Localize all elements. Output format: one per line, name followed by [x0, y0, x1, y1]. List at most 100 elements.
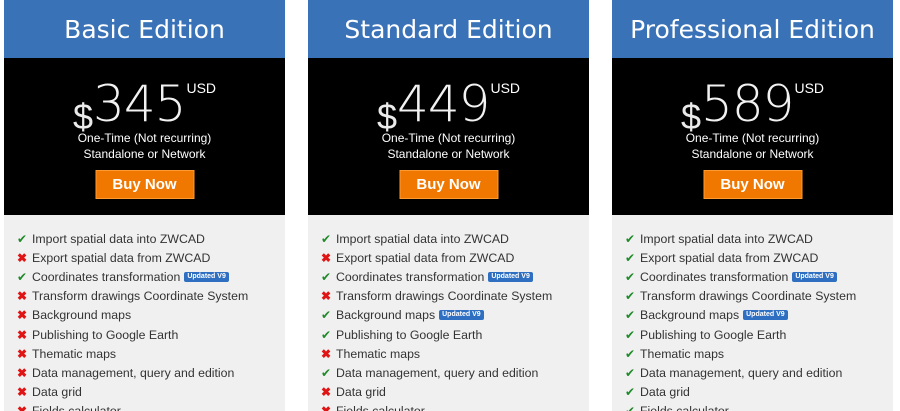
feature-label: Fields calculator [336, 404, 425, 411]
check-icon: ✔ [625, 289, 636, 304]
feature-label: Coordinates transformation [32, 269, 181, 284]
feature-item: ✔Fields calculator [625, 402, 893, 411]
check-icon: ✔ [17, 269, 28, 284]
buy-now-button[interactable]: Buy Now [703, 170, 802, 199]
feature-label: Data management, query and edition [336, 365, 539, 380]
cross-icon: ✖ [17, 250, 28, 265]
check-icon: ✔ [17, 231, 28, 246]
feature-item: ✔ Transform drawings Coordinate System [625, 287, 893, 306]
terms-line-2: Standalone or Network [387, 147, 510, 161]
currency-unit: USD [490, 80, 521, 96]
feature-label: Coordinates transformation [640, 269, 789, 284]
price-amount: 449 [397, 75, 490, 133]
feature-label: Fields calculator [32, 404, 121, 411]
currency-unit: USD [794, 80, 825, 96]
terms-line-2: Standalone or Network [83, 147, 206, 161]
feature-label: Data management, query and edition [640, 365, 843, 380]
cross-icon: ✖ [17, 289, 28, 304]
feature-item: ✖ Thematic maps [17, 344, 285, 363]
buy-now-button[interactable]: Buy Now [399, 170, 498, 199]
feature-item: ✔ Background maps Updated V9 [625, 306, 893, 325]
feature-label: Transform drawings Coordinate System [336, 289, 553, 304]
cross-icon: ✖ [321, 289, 332, 304]
check-icon: ✔ [625, 405, 640, 411]
feature-item: ✖Fields calculator [17, 402, 285, 411]
feature-label: Background maps [32, 308, 132, 323]
feature-label: Publishing to Google Earth [640, 327, 787, 342]
feature-item: ✖ Data management, query and edition [17, 363, 285, 382]
check-icon: ✔ [625, 327, 636, 342]
pricing-card-basic: Basic Edition $ 345 USD One-Time (Not re… [4, 0, 285, 411]
buy-now-button[interactable]: Buy Now [95, 170, 194, 199]
updated-badge: Updated V9 [184, 271, 229, 282]
feature-label: Publishing to Google Earth [32, 327, 179, 342]
check-icon: ✔ [625, 365, 636, 380]
feature-item: ✖ Data grid [321, 383, 589, 402]
check-icon: ✔ [321, 231, 332, 246]
feature-label: Data management, query and edition [32, 365, 235, 380]
updated-badge: Updated V9 [488, 271, 533, 282]
updated-badge: Updated V9 [792, 271, 837, 282]
cross-icon: ✖ [17, 405, 32, 411]
feature-item: ✔ Import spatial data into ZWCAD [17, 229, 285, 248]
feature-label: Thematic maps [640, 346, 725, 361]
feature-item: ✔ Data grid [625, 383, 893, 402]
feature-label: Background maps [640, 308, 740, 323]
check-icon: ✔ [321, 269, 332, 284]
check-icon: ✔ [321, 308, 332, 323]
feature-item: ✖ Export spatial data from ZWCAD [17, 248, 285, 267]
feature-label: Background maps [336, 308, 436, 323]
feature-label: Data grid [336, 385, 386, 400]
cross-icon: ✖ [321, 346, 332, 361]
feature-item: ✔ Import spatial data into ZWCAD [321, 229, 589, 248]
price-panel: $ 449 USD One-Time (Not recurring) Stand… [308, 58, 589, 215]
plan-title: Standard Edition [308, 0, 589, 58]
price-panel: $ 589 USD One-Time (Not recurring) Stand… [612, 58, 893, 215]
feature-item: ✖ Data grid [17, 383, 285, 402]
updated-badge: Updated V9 [743, 310, 788, 321]
feature-label: Export spatial data from ZWCAD [336, 250, 515, 265]
feature-item: ✔ Publishing to Google Earth [321, 325, 589, 344]
feature-item: ✔ Thematic maps [625, 344, 893, 363]
cross-icon: ✖ [17, 346, 28, 361]
feature-label: Import spatial data into ZWCAD [640, 231, 813, 246]
feature-label: Export spatial data from ZWCAD [32, 250, 211, 265]
feature-label: Data grid [640, 385, 690, 400]
license-terms: One-Time (Not recurring) Standalone or N… [308, 130, 589, 162]
feature-label: Thematic maps [32, 346, 117, 361]
feature-label: Data grid [32, 385, 82, 400]
feature-item: ✖ Publishing to Google Earth [17, 325, 285, 344]
price-panel: $ 345 USD One-Time (Not recurring) Stand… [4, 58, 285, 215]
price: $ 589 USD [612, 72, 893, 138]
feature-item: ✔ Background maps Updated V9 [321, 306, 589, 325]
check-icon: ✔ [321, 327, 332, 342]
feature-label: Export spatial data from ZWCAD [640, 250, 819, 265]
price: $ 449 USD [308, 72, 589, 138]
feature-label: Coordinates transformation [336, 269, 485, 284]
feature-label: Transform drawings Coordinate System [640, 289, 857, 304]
cross-icon: ✖ [17, 327, 28, 342]
price-amount: 589 [701, 75, 794, 133]
check-icon: ✔ [625, 269, 636, 284]
feature-item: ✔ Coordinates transformation Updated V9 [625, 267, 893, 286]
price: $ 345 USD [4, 72, 285, 138]
terms-line-1: One-Time (Not recurring) [381, 131, 516, 145]
feature-item: ✖ Background maps [17, 306, 285, 325]
updated-badge: Updated V9 [439, 310, 484, 321]
currency-unit: USD [186, 80, 217, 96]
feature-label: Transform drawings Coordinate System [32, 289, 249, 304]
feature-list: ✔ Import spatial data into ZWCAD ✖ Export s… [4, 215, 285, 411]
plan-title: Professional Edition [612, 0, 893, 58]
check-icon: ✔ [625, 385, 636, 400]
feature-item: ✔ Publishing to Google Earth [625, 325, 893, 344]
feature-item: ✔ Coordinates transformation Updated V9 [321, 267, 589, 286]
plan-title: Basic Edition [4, 0, 285, 58]
check-icon: ✔ [625, 308, 636, 323]
feature-item: ✔ Import spatial data into ZWCAD [625, 229, 893, 248]
terms-line-1: One-Time (Not recurring) [685, 131, 820, 145]
feature-label: Import spatial data into ZWCAD [336, 231, 509, 246]
license-terms: One-Time (Not recurring) Standalone or N… [612, 130, 893, 162]
feature-item: ✖ Export spatial data from ZWCAD [321, 248, 589, 267]
feature-item: ✔ Coordinates transformation Updated V9 [17, 267, 285, 286]
feature-list: ✔ Import spatial data into ZWCAD ✖ Export s… [308, 215, 589, 411]
